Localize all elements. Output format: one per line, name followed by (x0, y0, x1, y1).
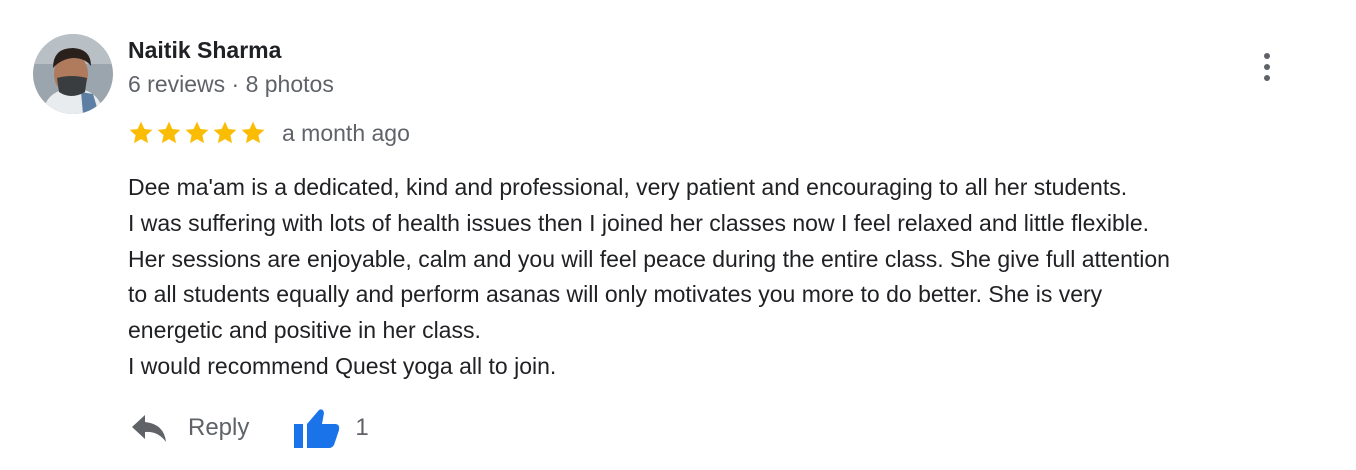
reply-arrow-icon (132, 415, 166, 442)
review-text-line: energetic and positive in her class. (128, 317, 481, 344)
review-date: a month ago (282, 120, 410, 146)
review-text-line: I would recommend Quest yoga all to join… (128, 352, 557, 379)
avatar-photo (33, 34, 113, 114)
more-vert-icon-dot (1264, 64, 1270, 70)
rating-row: a month ago (128, 118, 410, 148)
author-name[interactable]: Naitik Sharma (128, 36, 281, 64)
review-text-line: to all students equally and perform asan… (128, 281, 1103, 308)
star-icon (184, 120, 210, 146)
review-actions: Reply 1 (130, 402, 369, 454)
review-card: Naitik Sharma 6 reviews · 8 photos a mon… (0, 0, 1356, 470)
star-icon (128, 120, 154, 146)
like-count: 1 (355, 414, 369, 441)
thumbs-up-icon (294, 409, 340, 448)
reply-label: Reply (188, 414, 250, 441)
star-icon (240, 120, 266, 146)
star-icon (212, 120, 238, 146)
author-avatar[interactable] (33, 34, 113, 114)
review-text-line: I was suffering with lots of health issu… (128, 209, 1150, 236)
star-rating (128, 120, 266, 146)
review-text-line: Dee ma'am is a dedicated, kind and profe… (128, 174, 1128, 200)
like-button[interactable]: 1 (293, 406, 369, 450)
author-review-count[interactable]: 6 reviews · 8 photos (128, 70, 334, 98)
review-text: Dee ma'am is a dedicated, kind and profe… (128, 170, 1328, 385)
reply-button[interactable]: Reply (130, 413, 249, 443)
star-icon (156, 120, 182, 146)
more-vert-icon-dot (1264, 53, 1270, 59)
review-text-line: Her sessions are enjoyable, calm and you… (128, 245, 1170, 272)
more-options-button[interactable] (1252, 48, 1282, 86)
more-vert-icon-dot (1264, 75, 1270, 81)
